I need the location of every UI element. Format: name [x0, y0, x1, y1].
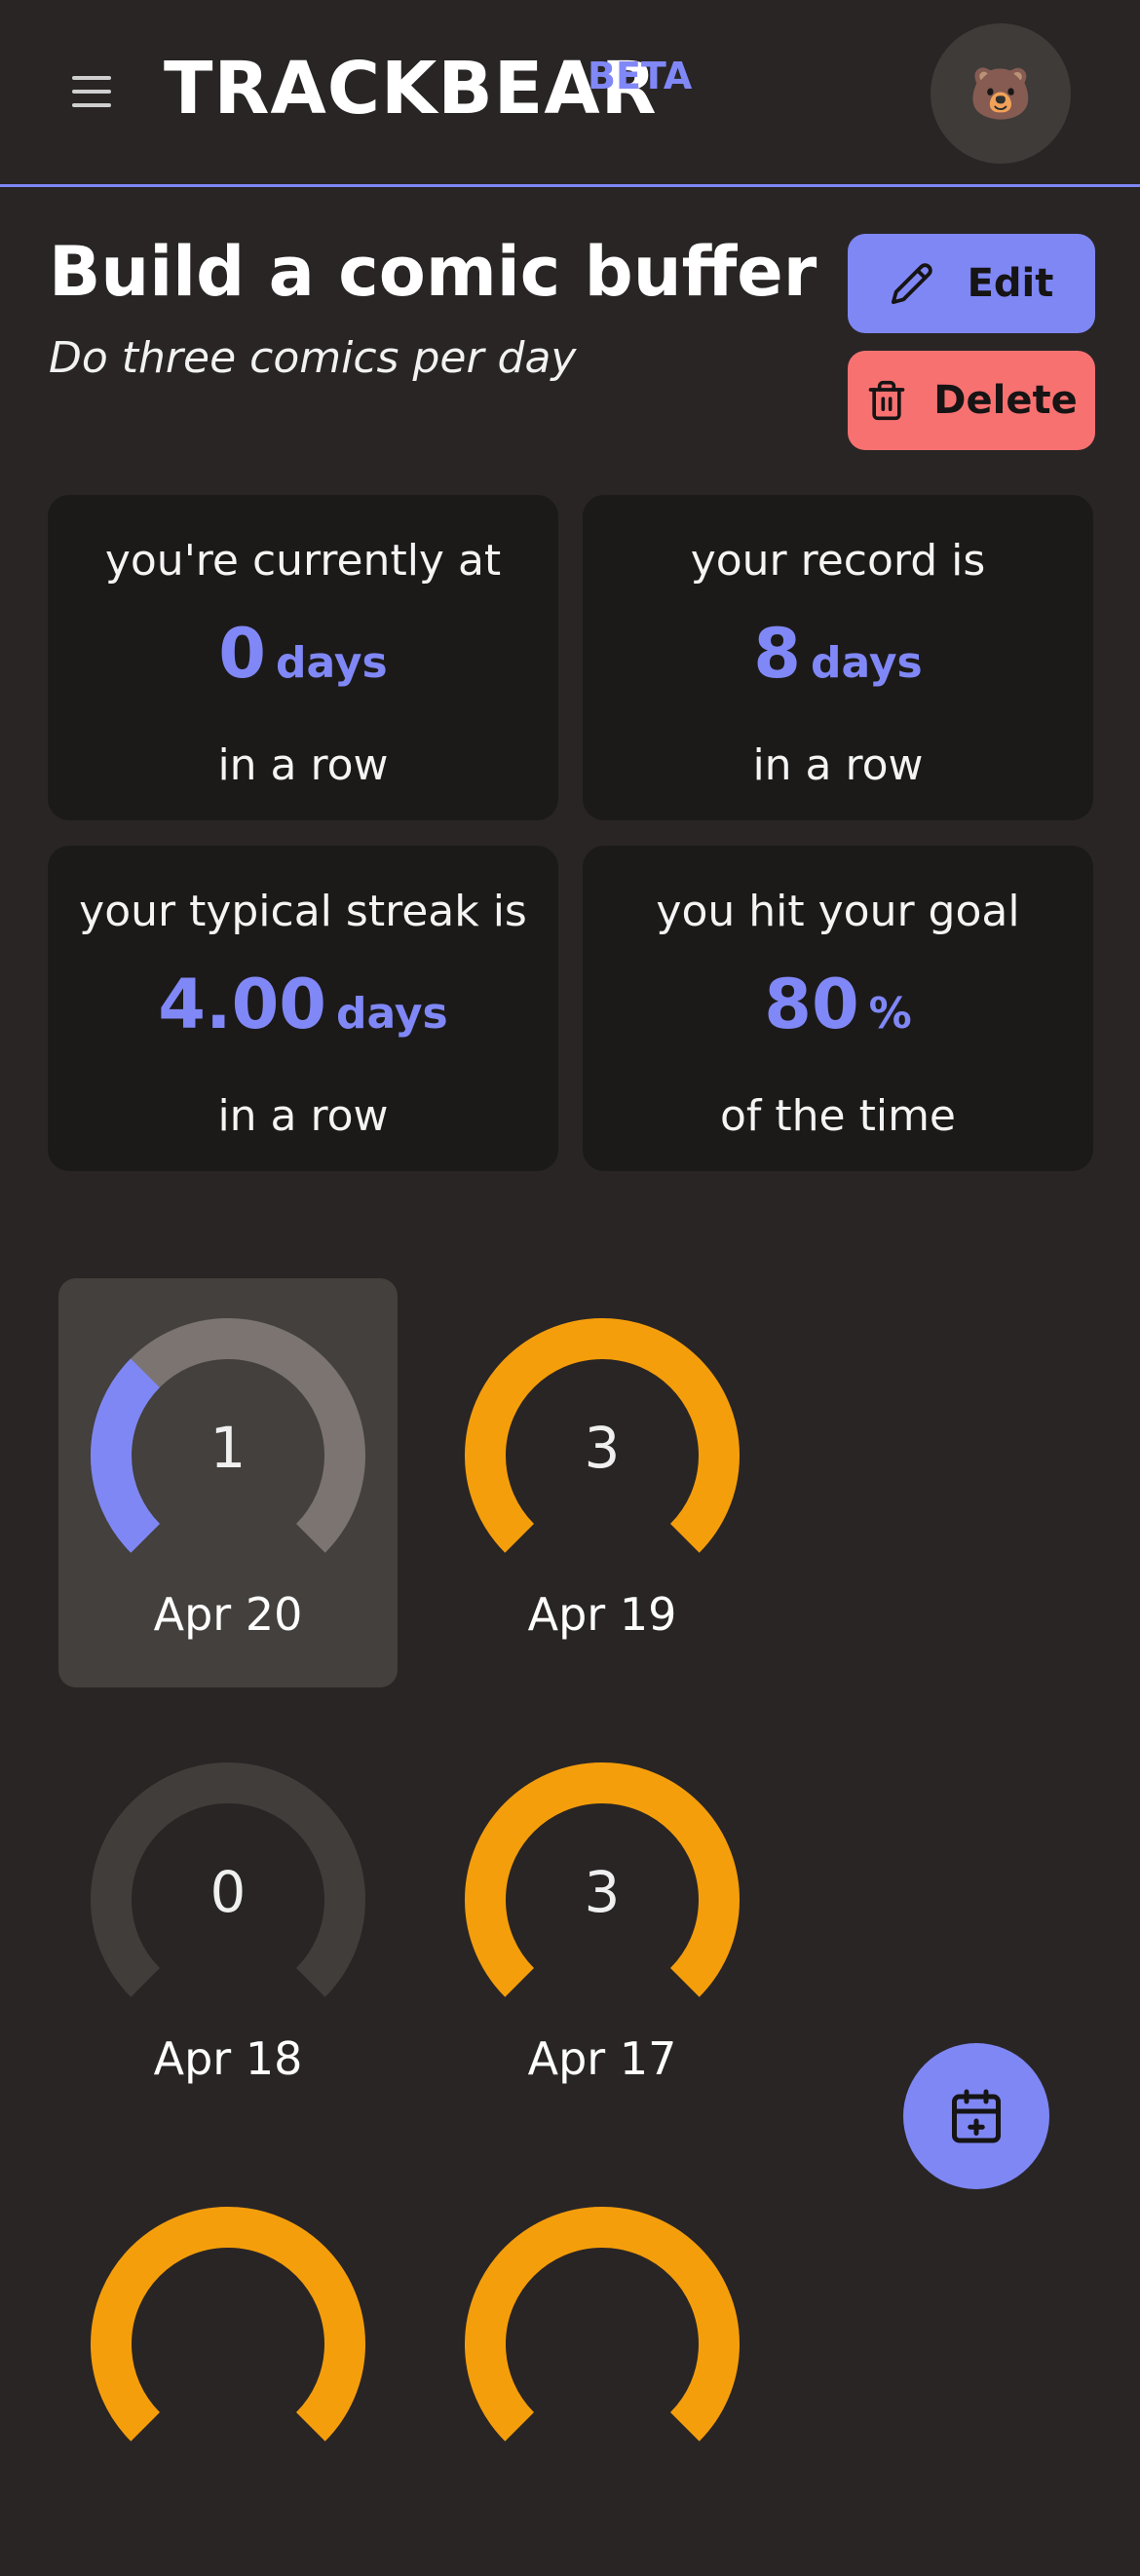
stat-card-record-streak: your record is 8 days in a row — [583, 495, 1093, 820]
stat-number: 4.00 — [158, 965, 326, 1044]
stat-card-goal-hit-rate: you hit your goal 80% of the time — [583, 846, 1093, 1171]
user-avatar[interactable]: 🐻 — [931, 23, 1071, 164]
day-count: 1 — [209, 1415, 247, 1481]
stat-value: 8 days — [583, 614, 1093, 694]
day-date: Apr 20 — [153, 1588, 303, 1641]
day-count: 3 — [584, 1859, 621, 1925]
stat-label: your typical streak is — [79, 887, 527, 936]
ring-track — [91, 2207, 365, 2442]
stat-number: 80 — [764, 965, 859, 1044]
stat-unit: days — [811, 638, 923, 688]
stat-suffix: of the time — [720, 1091, 956, 1141]
stat-value: 0 days — [48, 614, 558, 694]
delete-button[interactable]: Delete — [848, 351, 1095, 450]
stat-label: your record is — [690, 536, 986, 586]
add-entry-button[interactable] — [903, 2043, 1049, 2189]
stat-number: 0 — [218, 614, 266, 694]
stat-value: 80% — [583, 965, 1093, 1044]
hamburger-menu-icon[interactable] — [66, 70, 121, 119]
edit-button[interactable]: Edit — [848, 234, 1095, 333]
stat-value: 4.00 days — [48, 965, 558, 1044]
stat-label: you hit your goal — [656, 887, 1020, 936]
stat-suffix: in a row — [217, 1091, 389, 1141]
stat-suffix: in a row — [752, 740, 924, 790]
calendar-plus-icon — [952, 2089, 1001, 2143]
pencil-icon — [891, 263, 932, 305]
stat-unit: days — [276, 638, 388, 688]
stat-unit: days — [336, 989, 448, 1039]
day-date: Apr 17 — [527, 2032, 677, 2085]
beta-badge: BETA — [588, 55, 693, 97]
goal-description: Do three comics per day — [49, 333, 577, 383]
progress-ring — [465, 2207, 740, 2442]
day-tile[interactable]: 1 Apr 20 — [58, 1278, 398, 1687]
day-tile[interactable]: 3 Apr 17 — [433, 1723, 772, 2132]
progress-ring — [91, 2207, 365, 2442]
delete-label: Delete — [933, 378, 1078, 423]
app-logo[interactable]: TRACKBEAR — [164, 47, 658, 131]
day-count: 3 — [584, 1415, 621, 1481]
edit-label: Edit — [967, 261, 1054, 306]
ring-track — [465, 2207, 740, 2442]
stat-card-current-streak: you're currently at 0 days in a row — [48, 495, 558, 820]
day-tile[interactable] — [58, 2167, 398, 2576]
stat-label: you're currently at — [104, 536, 502, 586]
day-tile[interactable] — [433, 2167, 772, 2576]
day-date: Apr 19 — [527, 1588, 677, 1641]
day-tile[interactable]: 3 Apr 19 — [433, 1278, 772, 1687]
stat-number: 8 — [753, 614, 801, 694]
day-count: 0 — [209, 1859, 247, 1925]
stat-unit: % — [868, 989, 912, 1039]
stat-suffix: in a row — [217, 740, 389, 790]
trash-icon — [868, 380, 905, 421]
stat-card-typical-streak: your typical streak is 4.00 days in a row — [48, 846, 558, 1171]
goal-title: Build a comic buffer — [49, 232, 817, 312]
day-tile[interactable]: 0 Apr 18 — [58, 1723, 398, 2132]
day-date: Apr 18 — [153, 2032, 303, 2085]
top-bar: TRACKBEAR BETA 🐻 — [0, 0, 1140, 187]
